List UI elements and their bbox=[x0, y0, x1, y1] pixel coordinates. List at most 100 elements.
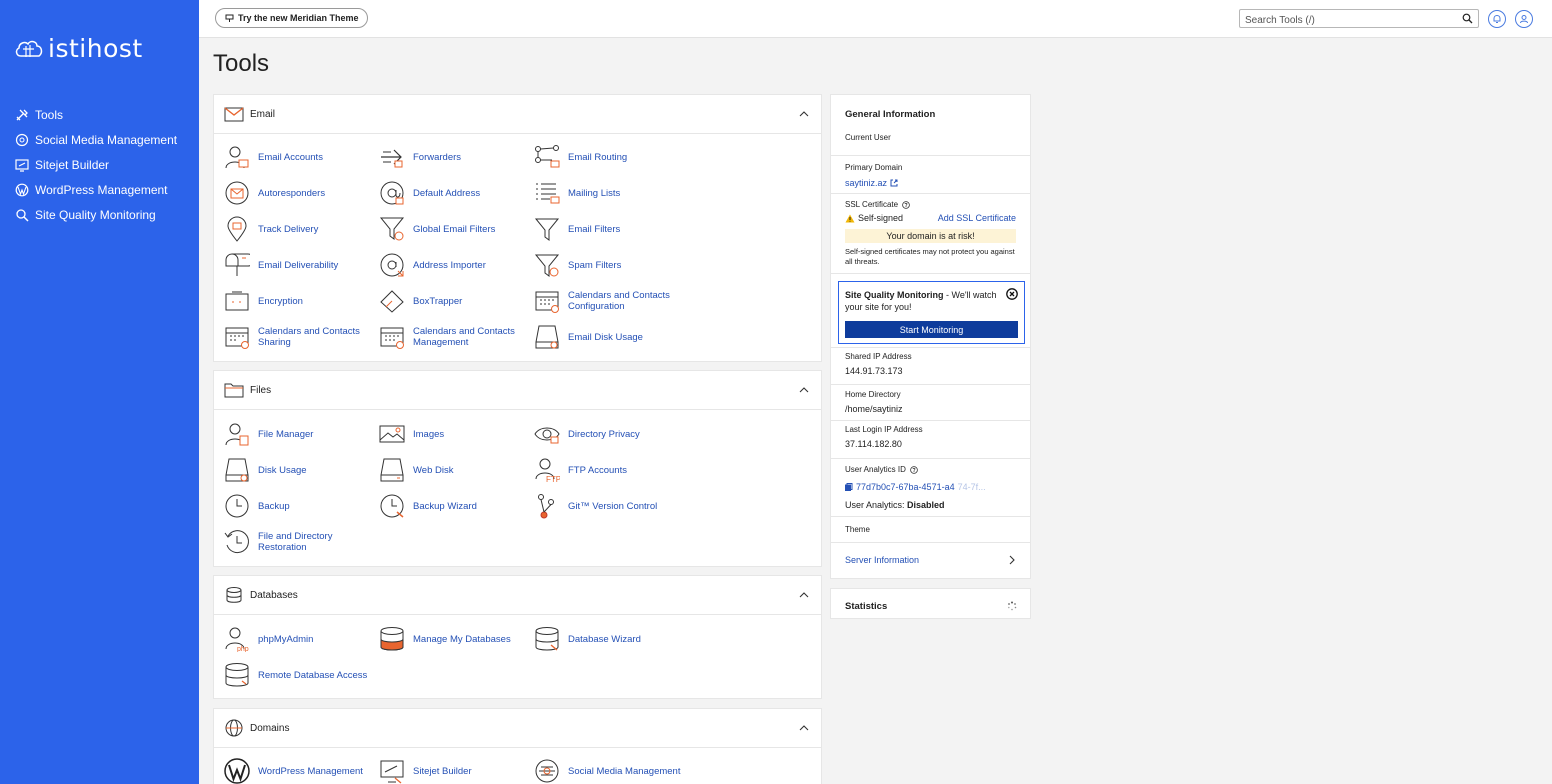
sidebar-item-label: Sitejet Builder bbox=[35, 157, 110, 172]
at-import-icon bbox=[379, 252, 405, 278]
sidebar-item-site-quality[interactable]: Site Quality Monitoring bbox=[0, 202, 199, 227]
sidebar-item-wordpress[interactable]: WordPress Management bbox=[0, 177, 199, 202]
add-ssl-certificate-link[interactable]: Add SSL Certificate bbox=[938, 213, 1016, 223]
list-icon bbox=[534, 180, 560, 206]
tool-address-importer[interactable]: Address Importer bbox=[379, 250, 529, 280]
tool-calendars-contacts-config[interactable]: Calendars and Contacts Configuration bbox=[534, 286, 704, 316]
envelope-icon bbox=[224, 104, 244, 124]
primary-domain-label: Primary Domain bbox=[845, 163, 903, 172]
help-icon[interactable] bbox=[910, 465, 918, 474]
shared-ip-section: Shared IP Address 144.91.73.173 bbox=[831, 348, 1030, 385]
tool-track-delivery[interactable]: Track Delivery bbox=[224, 214, 374, 244]
files-section-header[interactable]: Files bbox=[214, 371, 821, 410]
try-meridian-theme-button[interactable]: Try the new Meridian Theme bbox=[215, 8, 368, 28]
ssl-note: Self-signed certificates may not protect… bbox=[845, 247, 1015, 266]
tool-email-filters[interactable]: Email Filters bbox=[534, 214, 684, 244]
email-section-header[interactable]: Email bbox=[214, 95, 821, 134]
folder-icon bbox=[224, 380, 244, 400]
tool-database-wizard[interactable]: Database Wizard bbox=[534, 624, 684, 654]
eye-icon bbox=[534, 421, 560, 447]
backup-wizard-icon bbox=[379, 493, 405, 519]
tool-email-deliverability[interactable]: Email Deliverability bbox=[224, 250, 374, 280]
databases-section: Databases php phpMyAdmin Manage My Datab… bbox=[213, 575, 822, 699]
tool-git-version-control[interactable]: Git™ Version Control bbox=[534, 491, 684, 521]
clock-backup-icon bbox=[224, 493, 250, 519]
tool-wordpress-management[interactable]: WordPress Management bbox=[224, 756, 374, 784]
server-information-row[interactable]: Server Information bbox=[831, 543, 1030, 576]
tools-icon bbox=[15, 108, 29, 122]
tool-email-disk-usage[interactable]: Email Disk Usage bbox=[534, 322, 684, 352]
theme-button-label: Try the new Meridian Theme bbox=[238, 13, 359, 23]
cloud-logo-icon bbox=[15, 40, 43, 57]
tool-spam-filters[interactable]: Spam Filters bbox=[534, 250, 684, 280]
search-input[interactable] bbox=[1240, 12, 1450, 29]
tool-file-directory-restoration[interactable]: File and Directory Restoration bbox=[224, 527, 374, 557]
email-section: Email Email Accounts Forwarders Email Ro… bbox=[213, 94, 822, 362]
help-icon[interactable] bbox=[902, 200, 910, 209]
ssl-status: Self-signed bbox=[858, 213, 904, 223]
sitejet-icon bbox=[379, 758, 405, 784]
tool-forwarders[interactable]: Forwarders bbox=[379, 142, 529, 172]
tool-autoresponders[interactable]: Autoresponders bbox=[224, 178, 374, 208]
calendar-manage-icon bbox=[379, 324, 405, 350]
tool-sitejet-builder[interactable]: Sitejet Builder bbox=[379, 756, 529, 784]
restore-icon bbox=[224, 529, 250, 555]
tool-backup[interactable]: Backup bbox=[224, 491, 374, 521]
tool-manage-my-databases[interactable]: Manage My Databases bbox=[379, 624, 529, 654]
sidebar-item-sitejet[interactable]: Sitejet Builder bbox=[0, 152, 199, 177]
close-icon[interactable] bbox=[1006, 288, 1018, 300]
tool-global-email-filters[interactable]: Global Email Filters bbox=[379, 214, 529, 244]
tool-social-media-management[interactable]: Social Media Management bbox=[534, 756, 684, 784]
home-directory-label: Home Directory bbox=[845, 390, 901, 399]
user-file-icon bbox=[224, 421, 250, 447]
sidebar-item-label: Social Media Management bbox=[35, 132, 178, 147]
last-login-section: Last Login IP Address 37.114.182.80 bbox=[831, 421, 1030, 459]
image-icon bbox=[379, 421, 405, 447]
tool-file-manager[interactable]: File Manager bbox=[224, 419, 374, 449]
tool-calendars-contacts-sharing[interactable]: Calendars and Contacts Sharing bbox=[224, 322, 374, 352]
tool-ftp-accounts[interactable]: FTP FTP Accounts bbox=[534, 455, 684, 485]
tool-boxtrapper[interactable]: BoxTrapper bbox=[379, 286, 529, 316]
tool-web-disk[interactable]: Web Disk bbox=[379, 455, 529, 485]
tool-calendars-contacts-management[interactable]: Calendars and Contacts Management bbox=[379, 322, 529, 352]
chevron-up-icon[interactable] bbox=[799, 590, 809, 600]
analytics-id-copy[interactable]: 77d7b0c7-67ba-4571-a4 74-7f... bbox=[845, 482, 986, 492]
tool-remote-database-access[interactable]: Remote Database Access bbox=[224, 660, 374, 690]
svg-text:FTP: FTP bbox=[546, 475, 560, 483]
chevron-up-icon[interactable] bbox=[799, 109, 809, 119]
tool-disk-usage[interactable]: Disk Usage bbox=[224, 455, 374, 485]
funnel-icon bbox=[534, 216, 560, 242]
primary-domain-link[interactable]: saytiniz.az bbox=[845, 178, 898, 188]
domains-section-header[interactable]: Domains bbox=[214, 709, 821, 748]
palette-icon bbox=[225, 14, 234, 22]
tool-phpmyadmin[interactable]: php phpMyAdmin bbox=[224, 624, 374, 654]
current-user-label: Current User bbox=[845, 133, 891, 142]
tool-email-routing[interactable]: Email Routing bbox=[534, 142, 684, 172]
bell-icon bbox=[1493, 14, 1501, 23]
tool-directory-privacy[interactable]: Directory Privacy bbox=[534, 419, 684, 449]
user-analytics-section: User Analytics ID 77d7b0c7-67ba-4571-a4 7… bbox=[831, 459, 1030, 517]
sidebar-item-tools[interactable]: Tools bbox=[0, 102, 199, 127]
chevron-up-icon[interactable] bbox=[799, 723, 809, 733]
top-bar: Try the new Meridian Theme bbox=[199, 0, 1552, 38]
sidebar-item-social-media[interactable]: Social Media Management bbox=[0, 127, 199, 152]
tool-default-address[interactable]: Default Address bbox=[379, 178, 529, 208]
tool-mailing-lists[interactable]: Mailing Lists bbox=[534, 178, 684, 208]
databases-section-header[interactable]: Databases bbox=[214, 576, 821, 615]
remote-database-icon bbox=[224, 662, 250, 688]
wordpress-icon bbox=[224, 758, 250, 784]
chevron-up-icon[interactable] bbox=[799, 385, 809, 395]
tool-backup-wizard[interactable]: Backup Wizard bbox=[379, 491, 529, 521]
search-icon[interactable] bbox=[1462, 13, 1473, 24]
primary-domain-section: Primary Domain saytiniz.az bbox=[831, 156, 1030, 194]
tool-encryption[interactable]: Encryption bbox=[224, 286, 374, 316]
logo[interactable]: istihost bbox=[14, 34, 143, 63]
database-manage-icon bbox=[379, 626, 405, 652]
user-menu-button[interactable] bbox=[1515, 10, 1533, 28]
social-media-icon bbox=[15, 133, 29, 147]
site-quality-monitoring-card: Site Quality Monitoring - We'll watch yo… bbox=[838, 281, 1025, 344]
start-monitoring-button[interactable]: Start Monitoring bbox=[845, 321, 1018, 338]
tool-email-accounts[interactable]: Email Accounts bbox=[224, 142, 374, 172]
tool-images[interactable]: Images bbox=[379, 419, 529, 449]
notifications-button[interactable] bbox=[1488, 10, 1506, 28]
